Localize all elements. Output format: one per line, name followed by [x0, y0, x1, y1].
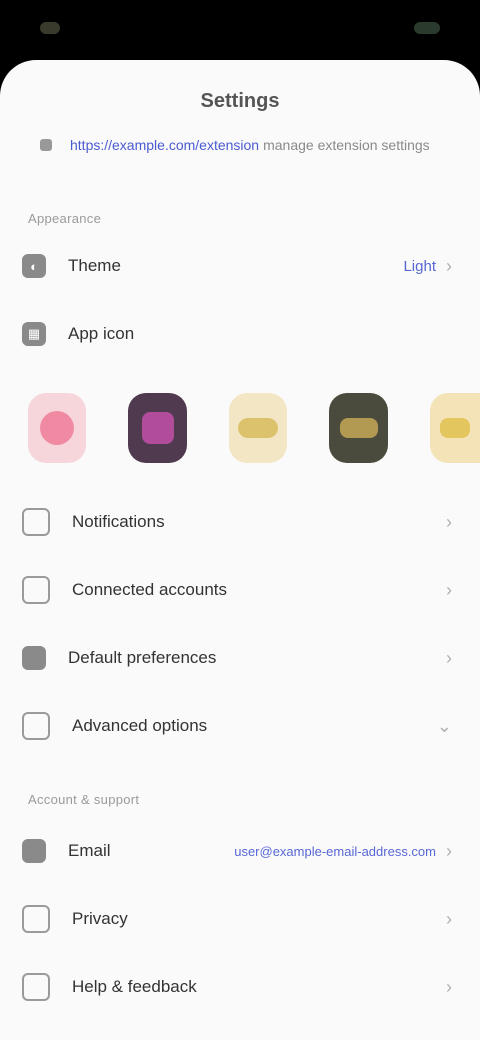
page-title: Settings	[200, 90, 280, 112]
app-icon-option-gold-light[interactable]	[228, 393, 288, 463]
settings-sheet: Settings https://example.com/extension m…	[0, 60, 480, 1040]
chevron-right-icon: ›	[446, 647, 452, 668]
sliders-icon	[22, 646, 46, 670]
chevron-right-icon: ›	[446, 840, 452, 861]
settings-row-email[interactable]: Email user@example-email-address.com ›	[0, 817, 480, 885]
chevron-right-icon: ›	[446, 579, 452, 600]
lock-icon	[40, 139, 52, 151]
url-link[interactable]: https://example.com/extension	[70, 137, 259, 153]
row-label: Notifications	[72, 512, 165, 531]
url-description: manage extension settings	[263, 137, 430, 153]
settings-row-connected-accounts[interactable]: Connected accounts ›	[0, 556, 480, 624]
battery-icon	[414, 22, 440, 34]
app-icon-option-pink[interactable]	[28, 393, 87, 463]
lock-icon	[22, 905, 50, 933]
section-label-appearance: Appearance	[28, 211, 102, 226]
email-value: user@example-email-address.com	[234, 843, 436, 859]
bell-icon	[22, 508, 50, 536]
time-indicator	[40, 22, 60, 34]
theme-value: Light	[403, 257, 436, 275]
row-label: Advanced options	[72, 716, 208, 735]
row-label: Connected accounts	[72, 580, 227, 599]
mail-icon	[22, 839, 46, 863]
chevron-right-icon: ›	[446, 976, 452, 997]
row-label: Privacy	[72, 909, 128, 928]
row-label: Help & feedback	[72, 977, 197, 996]
status-bar	[0, 0, 480, 60]
help-icon	[22, 973, 50, 1001]
settings-row-default-preferences[interactable]: Default preferences ›	[0, 624, 480, 692]
theme-label: Theme	[68, 256, 121, 275]
app-icon-option-purple[interactable]	[128, 393, 187, 463]
row-label: Email	[68, 841, 111, 860]
app-icon-option-gold-dark[interactable]	[329, 393, 388, 463]
extension-url-row[interactable]: https://example.com/extension manage ext…	[40, 137, 448, 153]
chevron-right-icon: ›	[446, 255, 452, 276]
row-label: Default preferences	[68, 648, 217, 667]
app-icon-row: ▦ App icon	[0, 300, 480, 368]
chevron-down-icon: ⌄	[436, 715, 452, 736]
chevron-right-icon: ›	[446, 908, 452, 929]
chevron-right-icon: ›	[446, 511, 452, 532]
grid-icon: ▦	[22, 322, 46, 346]
app-icon-label: App icon	[68, 324, 135, 343]
app-icon-option-gold-partial[interactable]	[429, 393, 480, 463]
settings-row-help[interactable]: Help & feedback ›	[0, 953, 480, 1021]
settings-row-privacy[interactable]: Privacy ›	[0, 885, 480, 953]
theme-icon: ◐	[22, 254, 46, 278]
settings-row-advanced-options[interactable]: Advanced options ⌄	[0, 692, 480, 760]
theme-row[interactable]: ◐ Theme Light ›	[0, 232, 480, 300]
gear-icon	[22, 712, 50, 740]
settings-row-notifications[interactable]: Notifications ›	[0, 488, 480, 556]
link-icon	[22, 576, 50, 604]
section-label-account: Account & support	[28, 792, 140, 807]
app-icon-picker	[0, 368, 480, 488]
